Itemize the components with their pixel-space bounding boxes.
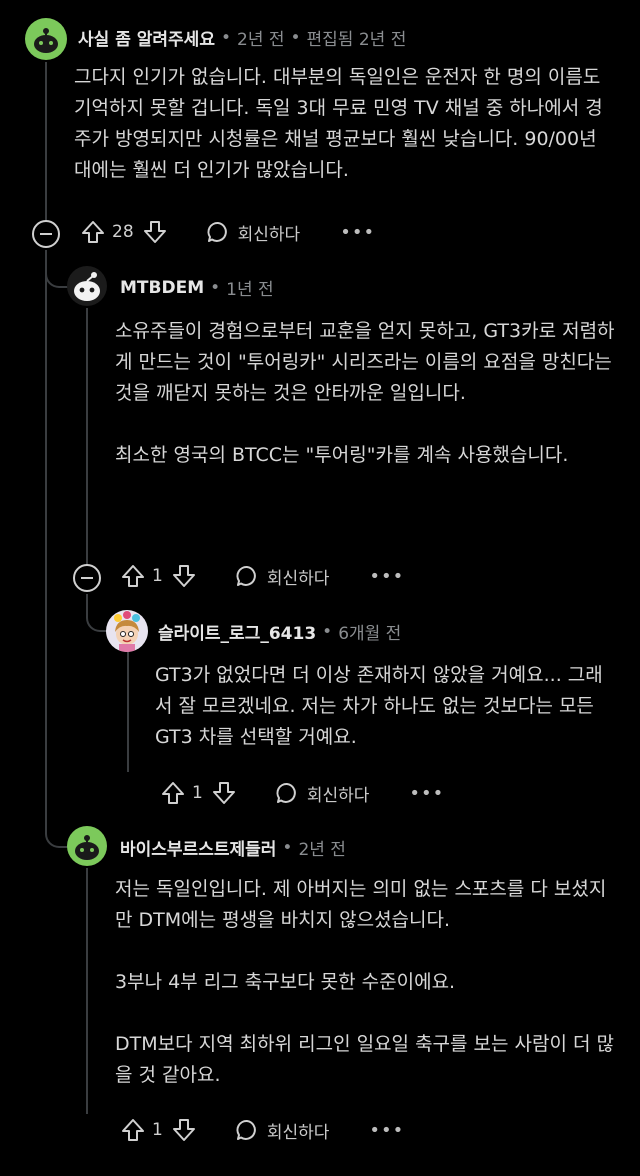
avatar[interactable] — [67, 826, 107, 866]
reply-bubble-icon — [236, 566, 256, 586]
reply-bubble-icon — [236, 1120, 256, 1140]
downvote-icon[interactable] — [171, 563, 197, 589]
thread-branch-slight — [86, 594, 108, 632]
upvote-icon[interactable] — [120, 563, 146, 589]
snoo-avatar-icon — [34, 28, 58, 53]
custom-avatar-icon — [114, 611, 140, 652]
author-name[interactable]: 슬라이트_로그_6413 — [158, 619, 316, 644]
separator-dot: • — [290, 27, 301, 48]
vote-count: 1 — [152, 1120, 163, 1140]
upvote-icon[interactable] — [80, 219, 106, 245]
comment-actions: 28 회신하다 ••• — [80, 215, 375, 249]
thread-branch-mtbdem — [45, 250, 69, 288]
reply-bubble-icon — [207, 222, 227, 242]
reply-bubble-icon — [276, 783, 296, 803]
comment-body: 소유주들이 경험으로부터 교훈을 얻지 못하고, GT3카로 저렴하게 만드는 … — [115, 316, 615, 471]
more-icon[interactable]: ••• — [409, 783, 444, 804]
comment-time: 1년 전 — [226, 280, 274, 300]
thread-line-slight — [127, 652, 129, 772]
comment-paragraph: 소유주들이 경험으로부터 교훈을 얻지 못하고, GT3카로 저렴하게 만드는 … — [115, 320, 615, 404]
separator-dot: • — [210, 277, 221, 298]
comment-meta: 슬라이트_로그_6413 • 6개월 전 — [158, 619, 402, 645]
separator-dot: • — [220, 27, 231, 48]
downvote-icon[interactable] — [142, 219, 168, 245]
reply-button[interactable]: 회신하다 — [235, 564, 330, 589]
comment-body: GT3가 없었다면 더 이상 존재하지 않았을 거예요... 그래서 잘 모르겠… — [155, 660, 617, 753]
comment-body: 그다지 인기가 없습니다. 대부분의 독일인은 운전자 한 명의 이름도 기억하… — [74, 62, 614, 186]
avatar[interactable] — [106, 610, 148, 652]
snoo-avatar-icon — [74, 272, 100, 301]
comment-actions: 1 회신하다 ••• — [160, 776, 444, 810]
downvote-icon[interactable] — [171, 1117, 197, 1143]
comment-paragraph: DTM보다 지역 최하위 리그인 일요일 축구를 보는 사람이 더 많을 것 같… — [115, 1033, 615, 1086]
comment-actions: 1 회신하다 ••• — [120, 559, 404, 593]
separator-dot: • — [282, 837, 293, 858]
reply-button[interactable]: 회신하다 — [275, 781, 370, 806]
comment-meta: 바이스부르스트제들러 • 2년 전 — [120, 835, 346, 861]
reply-label: 회신하다 — [266, 568, 330, 589]
comment-meta: 사실 좀 알려주세요 • 2년 전 • 편집됨 2년 전 — [78, 25, 407, 51]
comment-time: 6개월 전 — [338, 624, 402, 644]
thread-line-mtbdem — [86, 308, 88, 566]
more-icon[interactable]: ••• — [369, 566, 404, 587]
author-name[interactable]: 바이스부르스트제들러 — [120, 835, 276, 860]
thread-line-root-lower — [45, 250, 47, 820]
downvote-icon[interactable] — [211, 780, 237, 806]
comment-paragraph: 최소한 영국의 BTCC는 "투어링"카를 계속 사용했습니다. — [115, 444, 569, 466]
vote-count: 1 — [192, 783, 203, 803]
collapse-icon[interactable] — [73, 564, 101, 592]
reply-button[interactable]: 회신하다 — [206, 220, 301, 245]
avatar[interactable] — [25, 18, 67, 60]
thread-branch-bais — [45, 780, 69, 848]
vote-count: 1 — [152, 566, 163, 586]
comment-paragraph: 저는 독일인입니다. 제 아버지는 의미 없는 스포츠를 다 보셨지만 DTM에… — [115, 878, 607, 931]
upvote-icon[interactable] — [120, 1117, 146, 1143]
comment-actions: 1 회신하다 ••• — [120, 1113, 404, 1147]
thread-line-bais — [86, 868, 88, 1114]
comment-time: 2년 전 — [237, 30, 285, 50]
comment-body: 저는 독일인입니다. 제 아버지는 의미 없는 스포츠를 다 보셨지만 DTM에… — [115, 874, 615, 1091]
reply-label: 회신하다 — [306, 785, 370, 806]
reply-label: 회신하다 — [237, 224, 301, 245]
comment-paragraph: 그다지 인기가 없습니다. 대부분의 독일인은 운전자 한 명의 이름도 기억하… — [74, 66, 603, 181]
comment-paragraph: 3부나 4부 리그 축구보다 못한 수준이에요. — [115, 971, 456, 993]
upvote-icon[interactable] — [160, 780, 186, 806]
comment-meta: MTBDEM • 1년 전 — [120, 275, 274, 301]
snoo-avatar-icon — [75, 835, 99, 860]
reply-button[interactable]: 회신하다 — [235, 1118, 330, 1143]
author-name[interactable]: 사실 좀 알려주세요 — [78, 25, 215, 50]
comment-time: 2년 전 — [298, 840, 346, 860]
vote-count: 28 — [112, 222, 134, 242]
avatar[interactable] — [67, 266, 107, 306]
collapse-icon[interactable] — [32, 220, 60, 248]
reply-label: 회신하다 — [266, 1122, 330, 1143]
separator-dot: • — [322, 621, 333, 642]
edited-label: 편집됨 2년 전 — [306, 30, 407, 50]
comment-paragraph: GT3가 없었다면 더 이상 존재하지 않았을 거예요... 그래서 잘 모르겠… — [155, 664, 603, 748]
more-icon[interactable]: ••• — [369, 1120, 404, 1141]
author-name[interactable]: MTBDEM — [120, 278, 204, 298]
thread-line-root — [45, 62, 47, 222]
more-icon[interactable]: ••• — [340, 222, 375, 243]
